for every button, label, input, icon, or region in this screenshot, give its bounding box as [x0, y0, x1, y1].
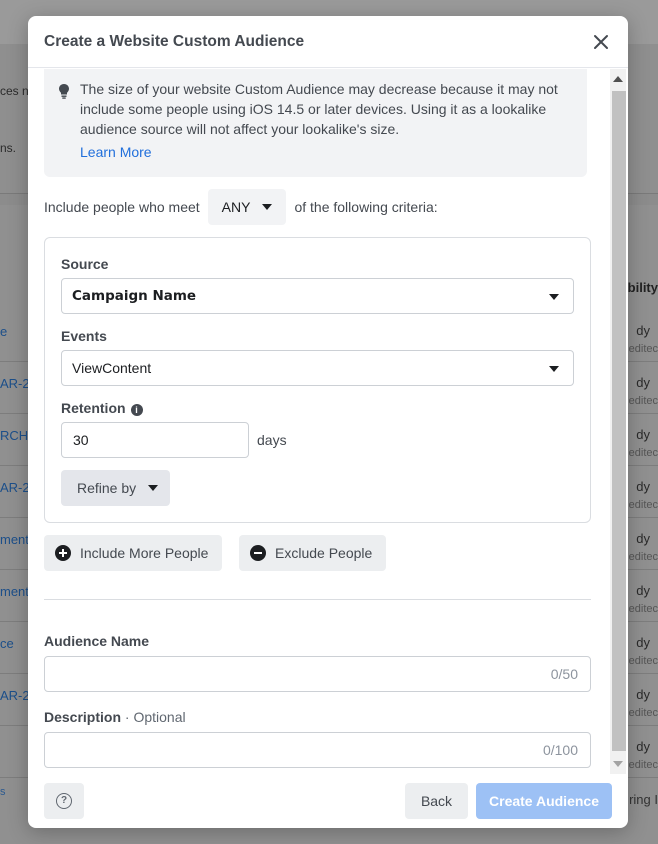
- events-value: ViewContent: [72, 360, 152, 376]
- criteria-row: Include people who meet ANY of the follo…: [44, 189, 438, 225]
- background-row-sub: editec: [628, 447, 658, 459]
- retention-input[interactable]: 30: [61, 422, 249, 458]
- caret-down-icon: [549, 294, 559, 300]
- description-counter: 0/100: [542, 742, 578, 758]
- background-bottom-text: ring I: [629, 792, 658, 807]
- scrollbar-thumb[interactable]: [612, 91, 626, 751]
- dialog-footer: ? Back Create Audience: [28, 774, 628, 828]
- info-icon[interactable]: i: [130, 404, 143, 416]
- background-row-sub: editec: [628, 551, 658, 563]
- background-row-sub: editec: [628, 655, 658, 667]
- background-panel-text: ns.: [0, 141, 17, 155]
- minus-circle-icon: [250, 545, 266, 561]
- background-row-status: dy: [636, 687, 650, 702]
- notice-text: The size of your website Custom Audience…: [80, 81, 558, 137]
- caret-down-icon: [262, 204, 273, 210]
- background-row-link[interactable]: e: [0, 324, 7, 339]
- background-bottom-link[interactable]: s: [0, 786, 6, 798]
- background-row-link[interactable]: AR-2: [0, 376, 30, 391]
- criteria-suffix: of the following criteria:: [294, 199, 438, 215]
- retention-unit: days: [257, 432, 287, 448]
- section-divider: [44, 599, 591, 600]
- background-row-sub: editec: [628, 759, 658, 771]
- retention-label-row: Retention i: [61, 400, 143, 416]
- lightbulb-icon: [59, 84, 69, 99]
- rule-card: Source Campaign Name Events ViewContent …: [44, 237, 591, 523]
- background-row-link[interactable]: AR-2: [0, 480, 30, 495]
- description-label-row: Description · Optional: [44, 709, 186, 725]
- match-type-value: ANY: [221, 199, 251, 215]
- source-label: Source: [61, 256, 109, 272]
- dialog-title: Create a Website Custom Audience: [44, 33, 305, 50]
- caret-down-icon: [148, 485, 159, 491]
- background-row-status: dy: [636, 479, 650, 494]
- retention-label: Retention: [61, 400, 126, 416]
- include-more-label: Include More People: [80, 545, 209, 561]
- background-row-status: dy: [636, 427, 650, 442]
- exclude-label: Exclude People: [275, 545, 373, 561]
- scroll-up-arrow-icon[interactable]: [613, 76, 623, 82]
- background-row-sub: editec: [628, 603, 658, 615]
- audience-name-input[interactable]: 0/50: [44, 656, 591, 692]
- background-row-sub: editec: [628, 343, 658, 355]
- dialog-body[interactable]: The size of your website Custom Audience…: [28, 69, 628, 774]
- exclude-people-button[interactable]: Exclude People: [239, 535, 387, 571]
- audience-name-counter: 0/50: [550, 666, 578, 682]
- background-row-status: dy: [636, 323, 650, 338]
- background-row-status: dy: [636, 583, 650, 598]
- scrollbar[interactable]: [610, 69, 626, 774]
- background-column-header: bility: [627, 280, 658, 295]
- background-row-status: dy: [636, 375, 650, 390]
- background-row-link[interactable]: ment: [0, 584, 29, 599]
- criteria-prefix: Include people who meet: [44, 199, 200, 215]
- retention-value: 30: [73, 432, 89, 448]
- description-label: Description: [44, 709, 122, 725]
- close-button[interactable]: [590, 31, 612, 53]
- refine-by-button[interactable]: Refine by: [61, 470, 170, 506]
- scroll-down-arrow-icon[interactable]: [613, 761, 623, 767]
- background-panel-text: ces n: [0, 84, 29, 98]
- source-select[interactable]: Campaign Name: [61, 278, 574, 314]
- background-row-link[interactable]: AR-2: [0, 688, 30, 703]
- help-button[interactable]: ?: [44, 783, 84, 819]
- events-label: Events: [61, 328, 107, 344]
- refine-by-label: Refine by: [77, 480, 137, 496]
- create-audience-button[interactable]: Create Audience: [476, 783, 612, 819]
- back-button[interactable]: Back: [405, 783, 468, 819]
- background-row-sub: editec: [628, 499, 658, 511]
- background-row-status: dy: [636, 531, 650, 546]
- learn-more-link[interactable]: Learn More: [80, 144, 152, 160]
- create-audience-dialog: Create a Website Custom Audience The siz…: [28, 16, 628, 828]
- dialog-header: Create a Website Custom Audience: [28, 16, 628, 68]
- plus-circle-icon: [55, 545, 71, 561]
- background-row-link[interactable]: ce: [0, 636, 14, 651]
- include-more-people-button[interactable]: Include More People: [44, 535, 223, 571]
- events-select[interactable]: ViewContent: [61, 350, 574, 386]
- background-row-status: dy: [636, 635, 650, 650]
- background-row-status: dy: [636, 739, 650, 754]
- background-row-sub: editec: [628, 707, 658, 719]
- question-mark-icon: ?: [56, 793, 72, 809]
- audience-name-label: Audience Name: [44, 633, 150, 649]
- description-input[interactable]: 0/100: [44, 732, 591, 768]
- source-value: Campaign Name: [72, 288, 197, 304]
- caret-down-icon: [549, 366, 559, 372]
- optional-tag: · Optional: [124, 709, 186, 725]
- close-icon: [594, 35, 608, 49]
- ios-notice: The size of your website Custom Audience…: [44, 69, 587, 177]
- background-row-sub: editec: [628, 395, 658, 407]
- match-type-dropdown[interactable]: ANY: [207, 189, 287, 225]
